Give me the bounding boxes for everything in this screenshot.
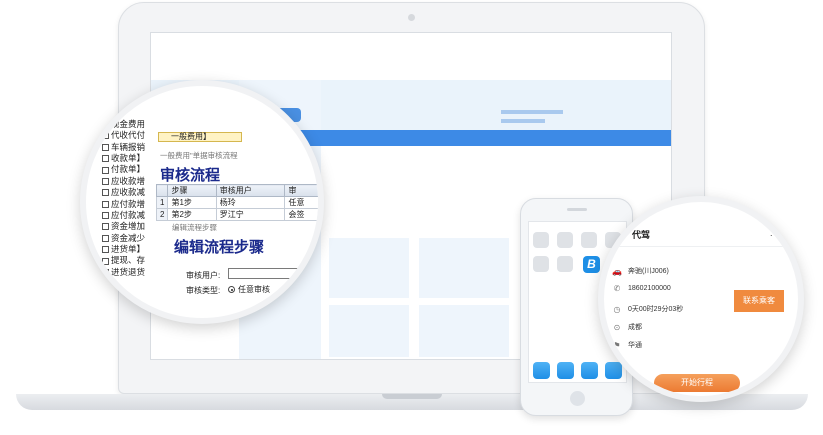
start-trip-button[interactable]: 开始行程 (654, 374, 740, 392)
table-cell: 1 (155, 196, 169, 209)
phone-speaker (567, 208, 587, 211)
audit-type-label: 审核类型: (186, 286, 221, 295)
destination-info: ⚑ 华通 (613, 340, 642, 350)
checkbox[interactable] (102, 132, 109, 140)
phone-info: ✆ 18602100000 (613, 284, 671, 293)
dock-app-icon[interactable] (557, 362, 574, 379)
app-icon-placeholder[interactable] (581, 232, 597, 248)
laptop-notch (382, 394, 442, 399)
duration-info: ◷ 0天00时29分03秒 (613, 304, 684, 314)
more-menu-icon[interactable]: . (770, 228, 773, 238)
car-icon: 🚗 (612, 266, 622, 276)
doc-type-list: 收入】 · 现金费用 代收代付 车辆报销 收款单】 付款单】 应收款增 应收款减… (102, 96, 145, 278)
screen-text-placeholder (501, 119, 545, 123)
list-item[interactable]: 代收代付 (102, 130, 145, 141)
app-icon-placeholder[interactable] (557, 256, 573, 272)
radio-any-audit[interactable]: 任意审核 (228, 284, 270, 295)
divider (604, 246, 798, 247)
checkbox[interactable] (102, 177, 109, 185)
list-item[interactable]: 付款单】 (102, 164, 145, 175)
table-cell: 罗江宁 (215, 208, 286, 221)
dock-app-icon[interactable] (581, 362, 598, 379)
list-item[interactable]: 车辆报销 (102, 142, 145, 153)
origin-info: ⊙ 成都 (613, 322, 642, 332)
table-header: 步骤 (167, 184, 217, 197)
zoom-circle-audit-flow: 收入】 · 现金费用 代收代付 车辆报销 收款单】 付款单】 应收款增 应收款减… (80, 80, 324, 324)
laptop-camera (408, 14, 415, 21)
list-item[interactable]: 现金费用 (102, 119, 145, 130)
product-showcase: 收入】 · 现金费用 代收代付 车辆报销 收款单】 付款单】 应收款增 应收款减… (0, 0, 823, 435)
driver-app-title: 代驾 (632, 230, 651, 240)
table-header: 审 (284, 184, 318, 197)
list-item[interactable]: 应付款增 (102, 199, 145, 210)
screen-text-placeholder (501, 110, 563, 114)
table-cell: 任意 (284, 196, 318, 209)
contact-passenger-button[interactable]: 联系乘客 (734, 290, 784, 312)
screen-tile (329, 305, 409, 357)
list-item[interactable]: 应收款增 (102, 176, 145, 187)
list-item[interactable]: 资金增加 (102, 221, 145, 232)
checkbox[interactable] (102, 246, 109, 254)
selected-doc-type[interactable]: 一般费用】 (158, 132, 242, 142)
flag-icon: ⚑ (613, 340, 621, 350)
checkbox[interactable] (102, 234, 109, 242)
table-cell: 第2步 (167, 208, 217, 221)
app-icon-placeholder[interactable] (533, 232, 549, 248)
audit-user-label: 审核用户: (186, 271, 221, 280)
phone-icon: ✆ (613, 284, 621, 293)
dock-app-icon[interactable] (605, 362, 622, 379)
table-header (155, 184, 169, 197)
dialog-button[interactable] (242, 312, 256, 318)
screen-tile (419, 238, 509, 298)
audit-flow-title: 审核流程 (160, 166, 221, 184)
table-row[interactable]: 2 第2步 罗江宁 会签 (155, 208, 318, 221)
zoom-circle-driver-app: 代驾 . 🚗 奔驰(川J006) ✆ 18602100000 联系乘客 ◷ 0天00时… (598, 196, 804, 402)
checkbox[interactable] (102, 200, 109, 208)
screen-tile (329, 238, 409, 298)
table-cell: 2 (155, 208, 169, 221)
table-header-row: 步骤 审核用户 审 (155, 184, 318, 197)
car-info: 🚗 奔驰(川J006) (612, 266, 669, 276)
checkbox[interactable] (102, 223, 109, 231)
list-item[interactable]: 资金减少 (102, 233, 145, 244)
dock-app-icon[interactable] (533, 362, 550, 379)
phone-home-button[interactable] (570, 391, 585, 406)
list-item[interactable]: 应付款减 (102, 210, 145, 221)
radio-unselected-icon[interactable] (284, 285, 291, 293)
list-item[interactable]: 进货单】 (102, 244, 145, 255)
dialog-title: 编辑流程步骤 (174, 238, 265, 256)
table-cell: 杨玲 (215, 196, 286, 209)
app-icon-placeholder[interactable] (533, 256, 549, 272)
audit-steps-table: 步骤 审核用户 审 1 第1步 杨玲 任意 2 第2步 罗江宁 会签 (155, 184, 318, 221)
list-item[interactable]: 进货退货 (102, 267, 145, 278)
app-icon-placeholder[interactable] (557, 232, 573, 248)
checkbox[interactable] (102, 120, 109, 128)
table-cell: 第1步 (167, 196, 217, 209)
checkbox[interactable] (102, 166, 109, 174)
app-logo-icon[interactable]: B (583, 256, 600, 273)
window-caption: 一般费用"单据审核流程 (160, 151, 238, 160)
list-item[interactable]: 应收款减 (102, 187, 145, 198)
checkbox[interactable] (102, 143, 109, 151)
table-cell: 会签 (284, 208, 318, 221)
list-item[interactable]: 提现、存 (102, 255, 145, 266)
checkbox[interactable] (102, 257, 109, 265)
radio-selected-icon[interactable] (228, 286, 235, 294)
checkbox[interactable] (102, 189, 109, 197)
checkbox[interactable] (102, 269, 109, 277)
table-row[interactable]: 1 第1步 杨玲 任意 (155, 196, 318, 209)
radio-other-audit[interactable] (284, 284, 294, 293)
screen-tile (419, 305, 509, 357)
clock-icon: ◷ (613, 304, 621, 314)
location-pin-icon: ⊙ (613, 322, 621, 332)
audit-user-input[interactable] (228, 268, 308, 279)
checkbox[interactable] (102, 98, 109, 106)
checkbox[interactable] (102, 155, 109, 163)
list-item[interactable]: 收入】 (102, 96, 145, 107)
list-item[interactable]: 收款单】 (102, 153, 145, 164)
dialog-caption: 编辑流程步骤 (172, 223, 217, 232)
table-header: 审核用户 (215, 184, 286, 197)
checkbox[interactable] (102, 212, 109, 220)
